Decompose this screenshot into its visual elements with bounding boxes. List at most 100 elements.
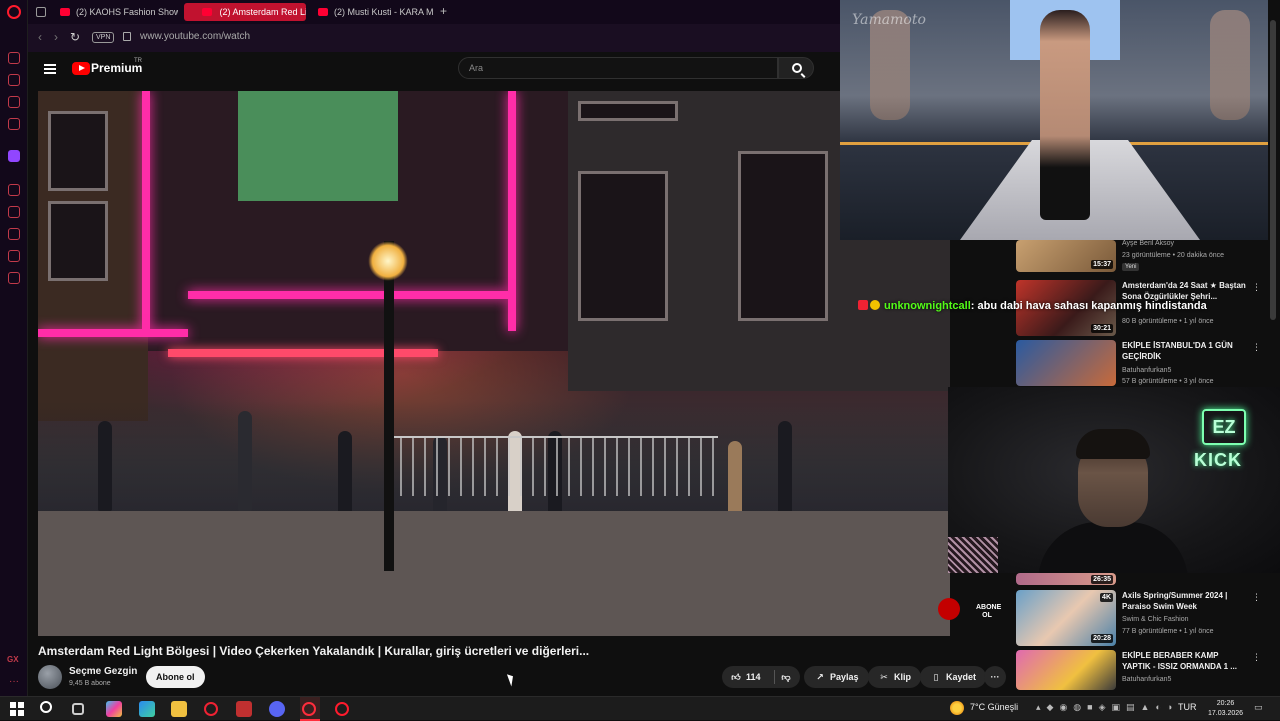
related-thumbnail[interactable]: 15:37 [1016, 240, 1116, 272]
weather-text[interactable]: 7°C Güneşli [970, 702, 1018, 712]
runway-model [1040, 10, 1090, 220]
like-button[interactable]: 👍︎ 114 [730, 666, 760, 688]
related-item[interactable]: 20:28 4K Axils Spring/Summer 2024 | Para… [1016, 590, 1268, 646]
opera-sidebar: GX ··· [0, 0, 28, 696]
scrollbar[interactable] [1270, 20, 1276, 320]
reload-icon[interactable]: ↻ [70, 30, 80, 44]
channel-name[interactable]: Seçme Gezgin [69, 666, 137, 677]
opera-gx-icon[interactable] [302, 702, 316, 716]
bookmark-sidebar-icon[interactable] [8, 206, 20, 218]
url-field[interactable]: www.youtube.com/watch [140, 31, 250, 42]
gx-label[interactable]: GX [7, 655, 19, 664]
twitch-icon[interactable] [8, 150, 20, 162]
save-button[interactable]: ▯ Kaydet [920, 666, 987, 688]
subscriber-count: 9,45 B abone [69, 680, 111, 687]
clock-time: 20:26 [1216, 700, 1235, 707]
new-badge: Yeni [1122, 263, 1140, 271]
channel-avatar[interactable] [38, 665, 62, 689]
clip-button[interactable]: ✂ Klip [868, 666, 921, 688]
more-actions-button[interactable]: ··· [984, 666, 1006, 688]
lock-icon[interactable] [123, 32, 131, 41]
chat-text: : abu dabi hava sahası kapanmış hindista… [970, 300, 1207, 312]
related-thumbnail[interactable] [1016, 340, 1116, 386]
tab-amsterdam[interactable]: ◂ (2) Amsterdam Red Li... [184, 3, 306, 21]
scissors-icon: ✂ [880, 672, 888, 682]
video-scene-person [98, 421, 112, 511]
address-bar: ‹ › ↻ VPN www.youtube.com/watch [28, 24, 840, 52]
more-options-icon[interactable]: ⋮ [1252, 282, 1261, 293]
settings-icon[interactable] [8, 272, 20, 284]
search-icon[interactable] [40, 701, 52, 713]
player-icon[interactable] [8, 184, 20, 196]
new-tab-button[interactable]: + [440, 4, 447, 18]
vpn-badge[interactable]: VPN [92, 32, 115, 43]
more-options-icon[interactable]: ⋮ [1252, 342, 1261, 353]
related-thumbnail[interactable] [1016, 650, 1116, 690]
share-button[interactable]: ↗ Paylaş [804, 666, 869, 688]
copilot-icon[interactable] [106, 701, 122, 717]
related-title[interactable]: Axils Spring/Summer 2024 | Paraiso Swim … [1122, 590, 1248, 612]
dislike-button[interactable]: 👎︎ [780, 666, 796, 688]
related-channel[interactable]: Batuhanfurkan5 [1122, 676, 1171, 683]
related-item[interactable]: EKİPLE BERABER KAMP YAPTIK - ISSIZ ORMAN… [1016, 650, 1268, 690]
related-channel[interactable]: Batuhanfurkan5 [1122, 367, 1171, 374]
more-options-icon[interactable]: ⋮ [1252, 592, 1261, 603]
related-title[interactable]: Amsterdam'da 24 Saat ★ Baştan Sona Özgür… [1122, 280, 1248, 302]
windows-start-icon[interactable] [10, 702, 24, 716]
more-options-icon[interactable]: ⋮ [1252, 652, 1261, 663]
youtube-logo-icon[interactable] [72, 62, 90, 75]
subscribe-watermark-icon[interactable] [938, 598, 960, 620]
related-channel[interactable]: Ayşe Beril Aksoy [1122, 240, 1174, 247]
bag-icon[interactable] [8, 74, 20, 86]
language-indicator[interactable]: TUR [1178, 702, 1197, 712]
bookmark-icon: ▯ [933, 672, 939, 682]
messenger-icon[interactable] [8, 96, 20, 108]
back-icon[interactable]: ‹ [38, 30, 42, 44]
video-scene-person [238, 411, 252, 511]
history-icon[interactable] [8, 228, 20, 240]
subscribe-button[interactable]: Abone ol [146, 666, 205, 688]
discord-icon[interactable] [269, 701, 285, 717]
related-item[interactable]: EKİPLE İSTANBUL'DA 1 GÜN GEÇİRDİK Batuha… [1016, 340, 1268, 390]
forward-icon[interactable]: › [54, 30, 58, 44]
tab-kaohs[interactable]: (2) KAOHS Fashion Show [54, 3, 178, 21]
search-placeholder: Ara [469, 63, 484, 73]
news-icon[interactable] [8, 118, 20, 130]
search-input[interactable]: Ara [458, 57, 778, 79]
fashion-watermark: Yamamoto [852, 12, 926, 28]
like-dislike-group: 👍︎ 114 👎︎ [722, 666, 800, 688]
sidebar-more-icon[interactable]: ··· [9, 676, 19, 687]
related-item[interactable]: 15:37 Ayşe Beril Aksoy 23 görüntüleme • … [1016, 240, 1268, 276]
clock[interactable]: 20:26 17.03.2026 [1208, 699, 1243, 719]
related-title[interactable]: EKİPLE İSTANBUL'DA 1 GÜN GEÇİRDİK [1122, 340, 1248, 362]
search-button[interactable] [778, 57, 814, 79]
weather-icon[interactable] [950, 701, 964, 715]
youtube-header: Premium TR Ara [28, 52, 840, 90]
chat-badge-icon [870, 300, 880, 310]
tab-overview-icon[interactable] [36, 7, 46, 17]
related-thumbnail[interactable]: 20:28 4K [1016, 590, 1116, 646]
related-thumbnail[interactable]: 26:35 [1016, 573, 1116, 585]
tab-musti-kusti[interactable]: (2) Musti Kusti - KARA Mİ... [312, 3, 434, 21]
youtube-favicon-icon [318, 8, 328, 16]
file-explorer-icon[interactable] [171, 701, 187, 717]
opera-icon[interactable] [335, 702, 349, 716]
refresh-sidebar-icon[interactable] [8, 52, 20, 64]
subscribe-watermark[interactable]: ABONE OL [976, 604, 1001, 620]
opera-logo-icon[interactable] [7, 5, 21, 19]
tray-icons[interactable]: ▴◆◉◍■◈▣▤▲◐◑ [1036, 702, 1178, 713]
related-item[interactable]: 26:35 [1016, 573, 1268, 585]
notification-icon[interactable]: ▭ [1254, 702, 1263, 713]
related-channel[interactable]: Swim & Chic Fashion [1122, 616, 1189, 623]
video-scene-neon [142, 91, 150, 331]
app-icon[interactable] [236, 701, 252, 717]
video-player[interactable] [38, 91, 950, 636]
related-title[interactable]: EKİPLE BERABER KAMP YAPTIK - ISSIZ ORMAN… [1122, 650, 1248, 672]
edge-icon[interactable] [139, 701, 155, 717]
app-icon[interactable] [204, 702, 218, 716]
related-duration: 15:37 [1091, 260, 1113, 269]
menu-icon[interactable] [44, 64, 56, 74]
download-icon[interactable] [8, 250, 20, 262]
task-view-icon[interactable] [72, 703, 84, 715]
video-scene-fence [388, 436, 718, 496]
